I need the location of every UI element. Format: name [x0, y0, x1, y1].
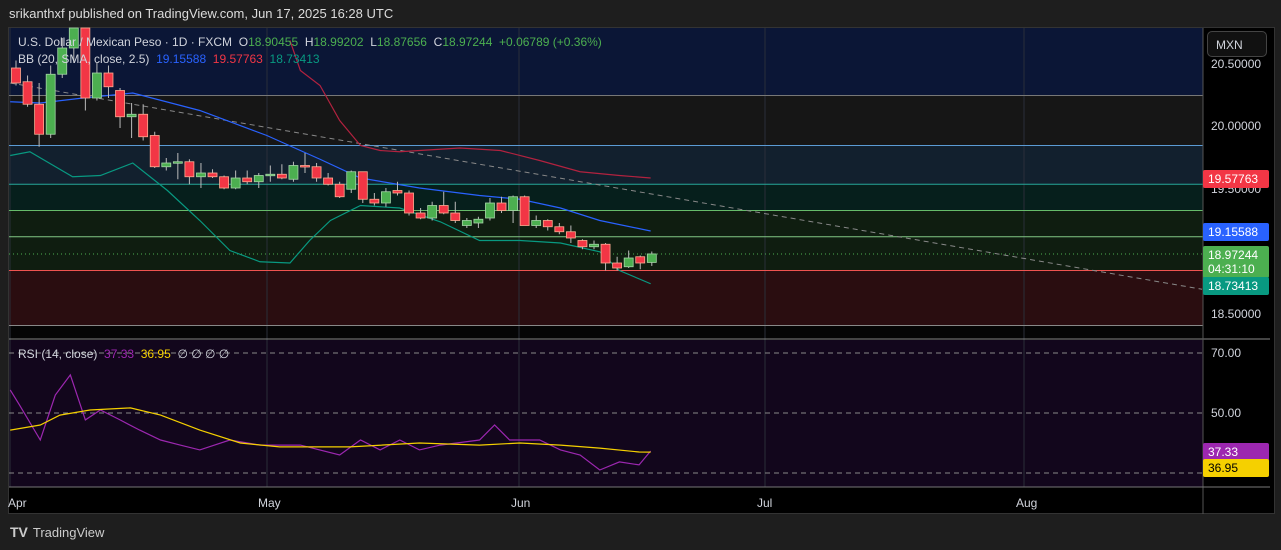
candle-body — [172, 161, 183, 164]
price-tick: 20.50000 — [1211, 57, 1262, 71]
candle-body — [577, 240, 588, 248]
candle-body — [404, 192, 414, 214]
candle-body — [612, 262, 623, 269]
candle-body — [519, 196, 530, 226]
candle-body — [103, 72, 114, 88]
rsi-value: 37.33 — [104, 347, 135, 361]
time-label: Apr — [8, 496, 27, 510]
candle-body — [589, 243, 599, 248]
candle-body — [230, 177, 241, 189]
candle-body — [450, 212, 461, 221]
bb-mid-value: 19.15588 — [156, 52, 207, 66]
tv-logo-icon: TV — [10, 524, 28, 540]
candle-body — [427, 205, 438, 219]
candle-body — [323, 177, 334, 185]
candle-body — [531, 220, 542, 226]
candle-body — [646, 253, 657, 263]
candle-body — [219, 176, 229, 189]
rsi-legend[interactable]: RSI (14, close) 37.33 36.95 ∅ ∅ ∅ ∅ — [18, 347, 229, 361]
candle-body — [565, 231, 576, 239]
candle-body — [369, 198, 380, 204]
time-label: Jun — [511, 496, 531, 510]
candle-body — [138, 113, 149, 138]
candle-body — [392, 190, 403, 194]
candle-body — [34, 103, 45, 135]
bb-upper-tag: 19.57763 — [1203, 170, 1269, 188]
rsi-tick: 70.00 — [1211, 346, 1242, 360]
candle-body — [22, 81, 33, 105]
open-value: 18.90455 — [248, 35, 299, 49]
candle-body — [623, 257, 634, 268]
candle-body — [600, 243, 611, 264]
close-value: 18.97244 — [442, 35, 493, 49]
change-value: +0.06789 (+0.36%) — [499, 35, 602, 49]
candle-body — [288, 165, 299, 180]
candle-body — [196, 172, 206, 178]
candle-body — [485, 202, 495, 219]
bb-mid-tag: 19.15588 — [1203, 223, 1269, 241]
candle-body — [11, 67, 21, 84]
candle-body — [92, 72, 102, 99]
candle-body — [635, 256, 646, 264]
candle-body — [461, 220, 472, 226]
candle-body — [161, 162, 172, 168]
bar-countdown: 04:31:10 — [1208, 262, 1255, 276]
symbol-title[interactable]: U.S. Dollar / Mexican Peso · 1D · FXCM — [18, 35, 232, 49]
candle-body — [265, 173, 276, 177]
candle-body — [542, 220, 553, 228]
ohlc-legend: U.S. Dollar / Mexican Peso · 1D · FXCM O… — [18, 35, 602, 49]
candle-body — [346, 171, 357, 190]
candle-body — [357, 171, 368, 200]
time-label: May — [258, 496, 281, 510]
candle-body — [253, 175, 264, 183]
candle-body — [415, 212, 426, 219]
close-tag: 18.97244 04:31:10 — [1203, 246, 1269, 278]
bb-legend[interactable]: BB (20, SMA, close, 2.5) 19.15588 19.577… — [18, 52, 320, 66]
candle-body — [242, 177, 253, 183]
candle-body — [334, 183, 345, 198]
low-value: 18.87656 — [376, 35, 427, 49]
candle-body — [149, 135, 160, 168]
candle-body — [508, 196, 518, 211]
bb-lower-tag: 18.73413 — [1203, 277, 1269, 295]
bb-lower-value: 18.73413 — [269, 52, 320, 66]
candle-body — [311, 166, 322, 179]
time-label: Jul — [757, 496, 773, 510]
currency-button[interactable]: MXN — [1207, 31, 1267, 57]
candle-body — [184, 161, 195, 178]
rsi-ma-value: 36.95 — [140, 347, 171, 361]
rsi-ma-tag: 36.95 — [1203, 459, 1269, 477]
price-tick: 18.50000 — [1211, 307, 1262, 321]
candle-body — [554, 226, 565, 233]
bb-upper-value: 19.57763 — [212, 52, 263, 66]
candle-body — [115, 90, 125, 118]
candle-body — [45, 73, 56, 135]
candle-body — [126, 113, 137, 118]
candle-body — [473, 218, 484, 224]
price-chart[interactable] — [0, 0, 1281, 550]
candle-body — [438, 205, 449, 214]
candle-body — [381, 191, 391, 204]
time-label: Aug — [1016, 496, 1038, 510]
tradingview-logo[interactable]: TV TradingView — [10, 524, 104, 540]
candle-body — [276, 173, 287, 179]
rsi-tick: 50.00 — [1211, 406, 1242, 420]
candle-body — [300, 165, 310, 168]
high-value: 18.99202 — [313, 35, 364, 49]
price-tick: 20.00000 — [1211, 119, 1262, 133]
candle-body — [207, 172, 218, 178]
rsi-extra: ∅ ∅ ∅ ∅ — [177, 347, 230, 361]
candle-body — [496, 202, 507, 211]
